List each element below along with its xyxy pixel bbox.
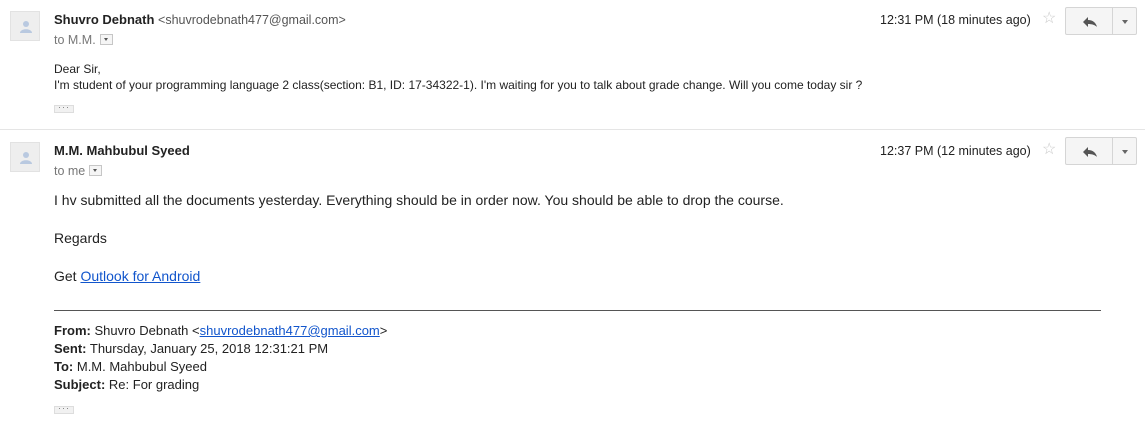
to-value: M.M. Mahbubul Syeed <box>73 359 207 374</box>
star-icon[interactable]: ☆ <box>1042 11 1056 27</box>
message-divider <box>0 129 1145 130</box>
chevron-down-icon[interactable] <box>99 34 113 45</box>
message-body: I'm student of your programming language… <box>54 78 863 92</box>
recipients[interactable]: to me <box>54 164 103 178</box>
show-trimmed-content-button[interactable]: ··· <box>54 103 74 113</box>
from-email-link[interactable]: shuvrodebnath477@gmail.com <box>200 323 380 338</box>
sent-value: Thursday, January 25, 2018 12:31:21 PM <box>86 341 329 356</box>
quoted-to: To: M.M. Mahbubul Syeed <box>54 358 207 376</box>
sender-name: M.M. Mahbubul Syeed <box>54 143 190 158</box>
subject-value: Re: For grading <box>105 377 200 392</box>
sent-label: Sent: <box>54 341 87 356</box>
to-line: to me <box>54 164 86 178</box>
to-line: to M.M. <box>54 33 96 47</box>
timestamp[interactable]: 12:31 PM (18 minutes ago) <box>880 13 1031 27</box>
reply-button[interactable] <box>1065 7 1113 35</box>
show-trimmed-content-button[interactable]: ··· <box>54 404 74 414</box>
reply-icon <box>1083 17 1097 27</box>
quote-separator <box>54 310 1101 311</box>
sender-name: Shuvro Debnath <box>54 12 155 27</box>
sender-email: <shuvrodebnath477@gmail.com> <box>158 13 346 27</box>
to-label: To: <box>54 359 74 374</box>
reply-button[interactable] <box>1065 137 1113 165</box>
more-button[interactable] <box>1112 137 1137 165</box>
message-paragraph: I hv submitted all the documents yesterd… <box>54 192 784 208</box>
outlook-for-android-link[interactable]: Outlook for Android <box>80 268 200 284</box>
subject-label: Subject: <box>54 377 106 392</box>
quoted-from: From: Shuvro Debnath <shuvrodebnath477@g… <box>54 322 387 340</box>
from-close: > <box>379 323 388 338</box>
recipients[interactable]: to M.M. <box>54 33 113 47</box>
from-name: Shuvro Debnath < <box>90 323 200 338</box>
message-greeting: Dear Sir, <box>54 62 101 76</box>
from-label: From: <box>54 323 91 338</box>
quoted-subject: Subject: Re: For grading <box>54 376 199 394</box>
star-icon[interactable]: ☆ <box>1042 142 1056 158</box>
reply-icon <box>1083 147 1097 157</box>
quoted-sent: Sent: Thursday, January 25, 2018 12:31:2… <box>54 340 328 358</box>
more-button[interactable] <box>1112 7 1137 35</box>
message-regards: Regards <box>54 230 107 246</box>
sender[interactable]: M.M. Mahbubul Syeed <box>54 143 190 158</box>
sender[interactable]: Shuvro Debnath <shuvrodebnath477@gmail.c… <box>54 12 346 27</box>
person-icon <box>20 21 32 33</box>
person-icon <box>20 152 32 164</box>
timestamp[interactable]: 12:37 PM (12 minutes ago) <box>880 144 1031 158</box>
signature-prefix: Get <box>54 268 81 284</box>
avatar[interactable] <box>10 11 40 41</box>
chevron-down-icon[interactable] <box>89 165 103 176</box>
message-signature: Get Outlook for Android <box>54 268 200 284</box>
avatar[interactable] <box>10 142 40 172</box>
